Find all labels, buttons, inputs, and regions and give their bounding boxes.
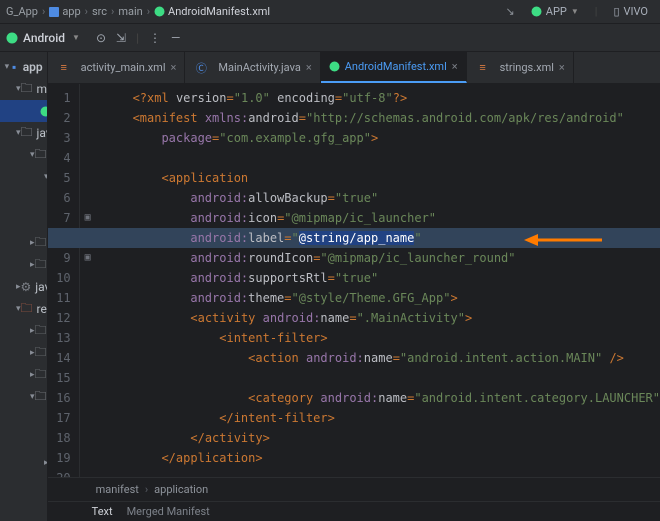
java-class-icon: Ⓒ xyxy=(193,60,209,76)
bottom-tab-merged-manifest[interactable]: Merged Manifest xyxy=(127,505,210,518)
top-breadcrumb-bar: G_App › app › src › main › AndroidManife… xyxy=(0,0,660,24)
select-file-icon[interactable]: ⊙ xyxy=(96,31,106,45)
phone-icon: ▯ xyxy=(613,5,619,18)
editor-tabs: ≡ activity_main.xml × Ⓒ MainActivity.jav… xyxy=(48,52,660,84)
folder-icon: 🗀 xyxy=(35,145,47,166)
chevron-right-icon: › xyxy=(111,5,114,18)
close-tab-icon[interactable]: × xyxy=(306,61,312,74)
folder-icon: 🗀 xyxy=(35,387,47,408)
editor-breadcrumb-item[interactable]: application xyxy=(154,483,208,496)
tree-folder-example[interactable]: ▾ example xyxy=(0,166,48,188)
android-icon xyxy=(6,32,18,44)
more-icon[interactable]: ⋮ xyxy=(149,31,161,45)
chevron-down-icon: ▼ xyxy=(72,33,80,42)
editor-bottom-tabs: Text Merged Manifest xyxy=(48,501,660,521)
hammer-icon[interactable]: ↘ xyxy=(506,5,515,18)
chevron-right-icon: › xyxy=(147,5,150,18)
folder-icon: 🗀 xyxy=(35,343,47,364)
tree-folder-java-generated[interactable]: ▸ ⚙ java (generated) xyxy=(0,276,47,298)
tree-folder-com-androidtest[interactable]: ▸ 🗀 com (androidTest) xyxy=(0,232,47,254)
breadcrumb-item[interactable]: main xyxy=(118,5,142,18)
tree-file-mainactivity[interactable]: Ⓒ MainActivity xyxy=(0,210,48,232)
tree-file-colors-xml[interactable]: ≡ colors.xml xyxy=(0,408,48,430)
close-tab-icon[interactable]: × xyxy=(171,61,177,74)
hide-icon[interactable]: — xyxy=(171,31,180,45)
res-folder-icon: 🗀 xyxy=(21,299,33,320)
tree-folder-java[interactable]: ▾ 🗀 java xyxy=(0,122,47,144)
device-selector[interactable]: ▯ VIVO xyxy=(607,3,654,20)
module-icon: ▪ xyxy=(10,60,19,74)
folder-icon: 🗀 xyxy=(35,233,47,254)
folder-icon: 🗀 xyxy=(35,321,47,342)
chevron-right-icon: › xyxy=(85,5,88,18)
chevron-right-icon: › xyxy=(145,483,148,496)
android-xml-icon xyxy=(40,106,48,117)
xml-file-icon: ≡ xyxy=(475,61,491,74)
android-icon xyxy=(531,6,542,17)
project-view-selector[interactable]: Android ▼ xyxy=(6,31,80,45)
tree-file-manifest[interactable]: AndroidManifest.xml xyxy=(0,100,47,122)
tab-main-activity-java[interactable]: Ⓒ MainActivity.java × xyxy=(185,52,320,83)
line-number-gutter: 123456789101112131415161718192021 xyxy=(48,84,80,477)
tree-folder-res[interactable]: ▾ 🗀 res xyxy=(0,298,47,320)
tree-folder-layout[interactable]: ▸ 🗀 layout xyxy=(0,342,47,364)
breadcrumb-item[interactable]: G_App xyxy=(6,5,38,18)
tree-folder-com-test[interactable]: ▸ 🗀 com (test) xyxy=(0,254,47,276)
collapse-icon[interactable]: ⇲ xyxy=(116,31,126,45)
run-config-selector[interactable]: APP ▼ xyxy=(525,3,585,20)
editor-breadcrumb-item[interactable]: manifest xyxy=(96,483,139,496)
breadcrumb-item[interactable]: AndroidManifest.xml xyxy=(154,5,270,18)
bottom-tab-text[interactable]: Text xyxy=(92,505,113,518)
tab-android-manifest[interactable]: AndroidManifest.xml × xyxy=(321,52,467,83)
folder-icon: 🗀 xyxy=(35,365,47,386)
layout-file-icon: ≡ xyxy=(56,61,72,74)
tab-strings-xml[interactable]: ≡ strings.xml × xyxy=(467,52,574,83)
tree-folder-com[interactable]: ▾ 🗀 com xyxy=(0,144,47,166)
android-icon xyxy=(154,6,165,17)
icon-gutter: ▣▣ xyxy=(80,84,96,477)
tree-folder-gfgapp[interactable]: ▾ 🗀 gfg_app xyxy=(0,188,48,210)
tree-folder-themes[interactable]: ▸ ≡ themes(2) xyxy=(0,452,48,474)
editor-breadcrumb[interactable]: manifest › application xyxy=(48,477,660,501)
breadcrumb-item[interactable]: src xyxy=(92,5,107,18)
folder-icon: 🗀 xyxy=(21,123,33,144)
folder-icon: 🗀 xyxy=(35,255,47,276)
breadcrumb[interactable]: G_App › app › src › main › AndroidManife… xyxy=(6,5,270,18)
project-tool-header: Android ▼ ⊙ ⇲ | ⋮ — xyxy=(0,24,660,52)
tree-folder-drawable[interactable]: ▸ 🗀 drawable xyxy=(0,320,47,342)
tree-folder-mipmap[interactable]: ▸ 🗀 mipmap xyxy=(0,364,47,386)
tab-activity-main[interactable]: ≡ activity_main.xml × xyxy=(48,52,186,83)
tree-folder-manifests[interactable]: ▾ 🗀 manifests xyxy=(0,78,47,100)
code-editor[interactable]: 123456789101112131415161718192021 ▣▣ <?x… xyxy=(48,84,660,477)
tree-file-strings-xml[interactable]: ≡ strings.xml xyxy=(0,430,48,452)
chevron-right-icon: › xyxy=(42,5,45,18)
close-tab-icon[interactable]: × xyxy=(559,61,565,74)
breadcrumb-item[interactable]: app xyxy=(49,5,80,18)
generated-folder-icon: ⚙ xyxy=(21,280,32,294)
close-tab-icon[interactable]: × xyxy=(452,60,458,73)
tree-module-app[interactable]: ▾ ▪ app xyxy=(0,56,47,78)
module-icon xyxy=(49,7,59,17)
folder-icon: 🗀 xyxy=(21,79,33,100)
tree-folder-values[interactable]: ▾ 🗀 values xyxy=(0,386,47,408)
android-icon xyxy=(329,61,340,72)
project-tree[interactable]: ▾ ▪ app ▾ 🗀 manifests AndroidManifest.xm… xyxy=(0,52,48,521)
